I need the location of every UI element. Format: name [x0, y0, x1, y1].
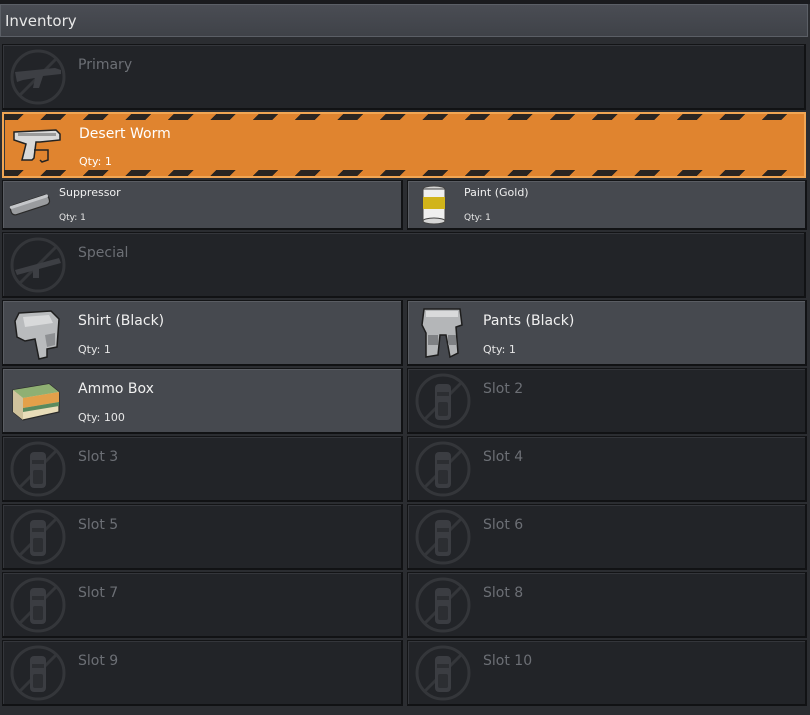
item-slot-ammo-box[interactable]: Ammo Box Qty: 100 [2, 368, 403, 434]
item-slot-desert-worm[interactable]: Desert Worm Qty: 1 [2, 112, 806, 178]
empty-slot-7[interactable]: Slot 7 [2, 572, 403, 638]
item-qty: Qty: 1 [59, 213, 86, 223]
item-slot-paint-gold[interactable]: Paint (Gold) Qty: 1 [407, 180, 807, 230]
backpack-placeholder-icon [414, 576, 472, 634]
item-qty: Qty: 1 [79, 155, 112, 168]
slot-label: Slot 4 [483, 449, 524, 465]
backpack-placeholder-icon [9, 576, 67, 634]
primary-label: Primary [78, 57, 133, 73]
backpack-placeholder-icon [9, 508, 67, 566]
item-qty: Qty: 1 [78, 343, 111, 356]
empty-slot-8[interactable]: Slot 8 [407, 572, 807, 638]
empty-slot-2[interactable]: Slot 2 [407, 368, 807, 434]
pistol-icon [10, 118, 64, 172]
slot-label: Slot 5 [78, 517, 119, 533]
item-qty: Qty: 1 [464, 213, 491, 223]
ammo-box-icon [9, 378, 63, 424]
empty-slot-10[interactable]: Slot 10 [407, 640, 807, 706]
slot-label: Slot 3 [78, 449, 119, 465]
item-slot-suppressor[interactable]: Suppressor Qty: 1 [2, 180, 403, 230]
empty-slot-6[interactable]: Slot 6 [407, 504, 807, 570]
slot-label: Slot 8 [483, 585, 524, 601]
pants-icon [414, 305, 470, 361]
item-name: Paint (Gold) [464, 186, 529, 199]
backpack-placeholder-icon [414, 644, 472, 702]
backpack-placeholder-icon [414, 440, 472, 498]
slot-label: Slot 6 [483, 517, 524, 533]
backpack-placeholder-icon [9, 644, 67, 702]
empty-slot-4[interactable]: Slot 4 [407, 436, 807, 502]
slot-label: Slot 9 [78, 653, 119, 669]
suppressor-icon [7, 185, 53, 225]
slot-label: Slot 10 [483, 653, 533, 669]
inventory-title-bar: Inventory [0, 4, 808, 37]
rifle-icon [9, 48, 67, 106]
item-name: Shirt (Black) [78, 313, 165, 329]
slot-label: Slot 2 [483, 381, 524, 397]
backpack-placeholder-icon [414, 372, 472, 430]
inventory-title: Inventory [5, 11, 77, 30]
empty-slot-5[interactable]: Slot 5 [2, 504, 403, 570]
item-slot-shirt-black[interactable]: Shirt (Black) Qty: 1 [2, 300, 403, 366]
rocket-launcher-icon [9, 236, 67, 294]
special-label: Special [78, 245, 129, 261]
slot-label: Slot 7 [78, 585, 119, 601]
paint-can-icon [412, 183, 456, 227]
backpack-placeholder-icon [414, 508, 472, 566]
item-slot-pants-black[interactable]: Pants (Black) Qty: 1 [407, 300, 807, 366]
empty-slot-9[interactable]: Slot 9 [2, 640, 403, 706]
item-name: Pants (Black) [483, 313, 575, 329]
special-slot[interactable]: Special [2, 232, 806, 298]
item-name: Ammo Box [78, 381, 154, 397]
item-name: Suppressor [59, 186, 121, 199]
empty-slot-3[interactable]: Slot 3 [2, 436, 403, 502]
backpack-placeholder-icon [9, 440, 67, 498]
primary-slot[interactable]: Primary [2, 44, 806, 110]
item-name: Desert Worm [79, 126, 171, 142]
item-qty: Qty: 1 [483, 343, 516, 356]
shirt-icon [9, 305, 65, 361]
item-qty: Qty: 100 [78, 411, 125, 424]
